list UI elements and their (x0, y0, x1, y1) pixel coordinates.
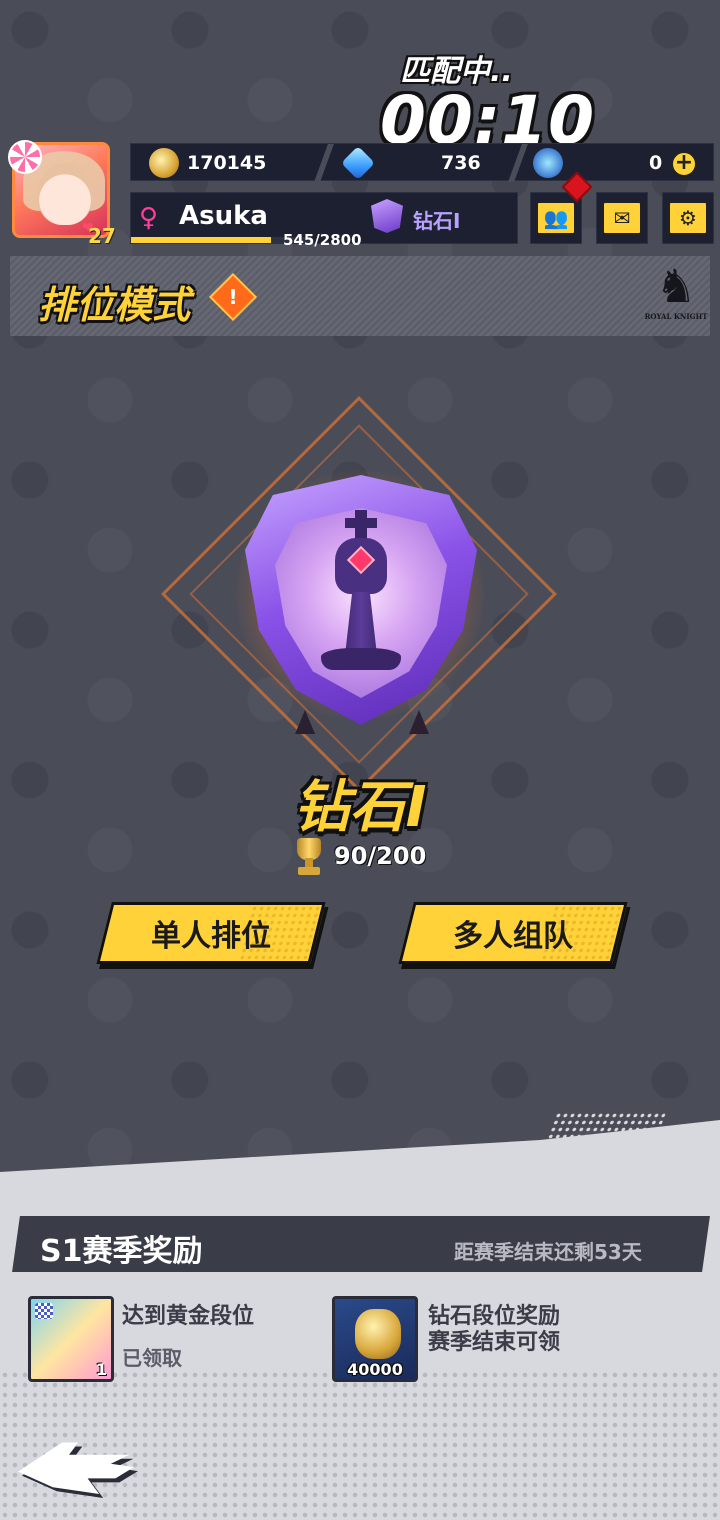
team-ranked-button[interactable]: 多人组队 (398, 902, 628, 964)
xp-text: 545/2800 (283, 231, 362, 249)
reward-label: 达到黄金段位 (122, 1304, 255, 1329)
xp-progress-fill (131, 237, 272, 243)
rank-badge-icon (371, 199, 403, 233)
solo-ranked-button[interactable]: 单人排位 (96, 902, 326, 964)
ticket-icon (533, 148, 563, 178)
diamond-currency: 736 (341, 144, 493, 182)
mode-title: 排位模式 (38, 283, 191, 327)
trophy-cup (297, 838, 321, 860)
royal-knight-logo: ♞ ROYAL KNIGHT (644, 260, 708, 332)
king-cross-bar (345, 518, 377, 528)
currency-separator (508, 144, 528, 182)
trophy-base (298, 867, 320, 875)
reward-card-gold-tier[interactable]: 1 (28, 1296, 114, 1382)
king-base (321, 648, 401, 670)
settings-button[interactable]: ⚙ (662, 192, 714, 244)
ticket-amount: 0 (649, 152, 663, 174)
mail-icon: ✉ (602, 201, 642, 235)
coin-bag-icon (355, 1309, 401, 1359)
diamond-icon (341, 146, 375, 180)
reward-quantity: 1 (95, 1360, 107, 1379)
reward-status: 已领取 (122, 1346, 182, 1370)
gold-coin-icon (149, 148, 179, 178)
reward-card-diamond-tier[interactable]: 40000 (332, 1296, 418, 1382)
friends-icon: 👥 (536, 201, 576, 235)
season-title: S1赛季奖励 (40, 1234, 203, 1269)
player-rank: 钻石I (413, 209, 461, 233)
gold-amount: 170145 (187, 152, 267, 174)
team-ranked-label: 多人组队 (453, 919, 573, 954)
rank-title: 钻石I (293, 775, 427, 840)
chess-king-icon (321, 510, 401, 680)
avatar-face (37, 163, 93, 225)
mode-header: 排位模式 ! ♞ ROYAL KNIGHT (10, 256, 710, 336)
trophy-icon (294, 838, 324, 876)
mail-button[interactable]: ✉ (596, 192, 648, 244)
player-level: 27 (88, 224, 116, 248)
gold-currency: 170145 (149, 144, 319, 182)
rank-emblem (155, 390, 565, 800)
reward-quantity: 40000 (347, 1360, 403, 1379)
player-name: Asuka (179, 201, 268, 231)
solo-ranked-label: 单人排位 (151, 919, 271, 954)
alert-icon: ! (228, 285, 238, 309)
back-arrow-icon (18, 1442, 134, 1494)
diamond-amount: 736 (441, 152, 481, 174)
female-symbol-icon: ♀ (139, 203, 159, 233)
player-info-bar[interactable]: ♀ Asuka 钻石I 545/2800 (130, 192, 518, 249)
rank-points: 90/200 (334, 842, 427, 870)
knight-icon: ♞ (655, 259, 697, 313)
lollipop-icon (8, 140, 42, 174)
checkered-flag-icon (35, 1303, 53, 1319)
gear-icon: ⚙ (668, 201, 708, 235)
king-body (345, 592, 377, 650)
mode-info-button[interactable]: ! (208, 272, 258, 322)
logo-text: ROYAL KNIGHT (644, 312, 708, 321)
back-button[interactable] (18, 1438, 138, 1498)
reward-status: 赛季结束可领 (428, 1330, 561, 1355)
currency-bar: 170145 736 0 + (130, 143, 714, 182)
add-currency-button[interactable]: + (671, 151, 697, 177)
season-remaining: 距赛季结束还剩53天 (454, 1240, 642, 1264)
